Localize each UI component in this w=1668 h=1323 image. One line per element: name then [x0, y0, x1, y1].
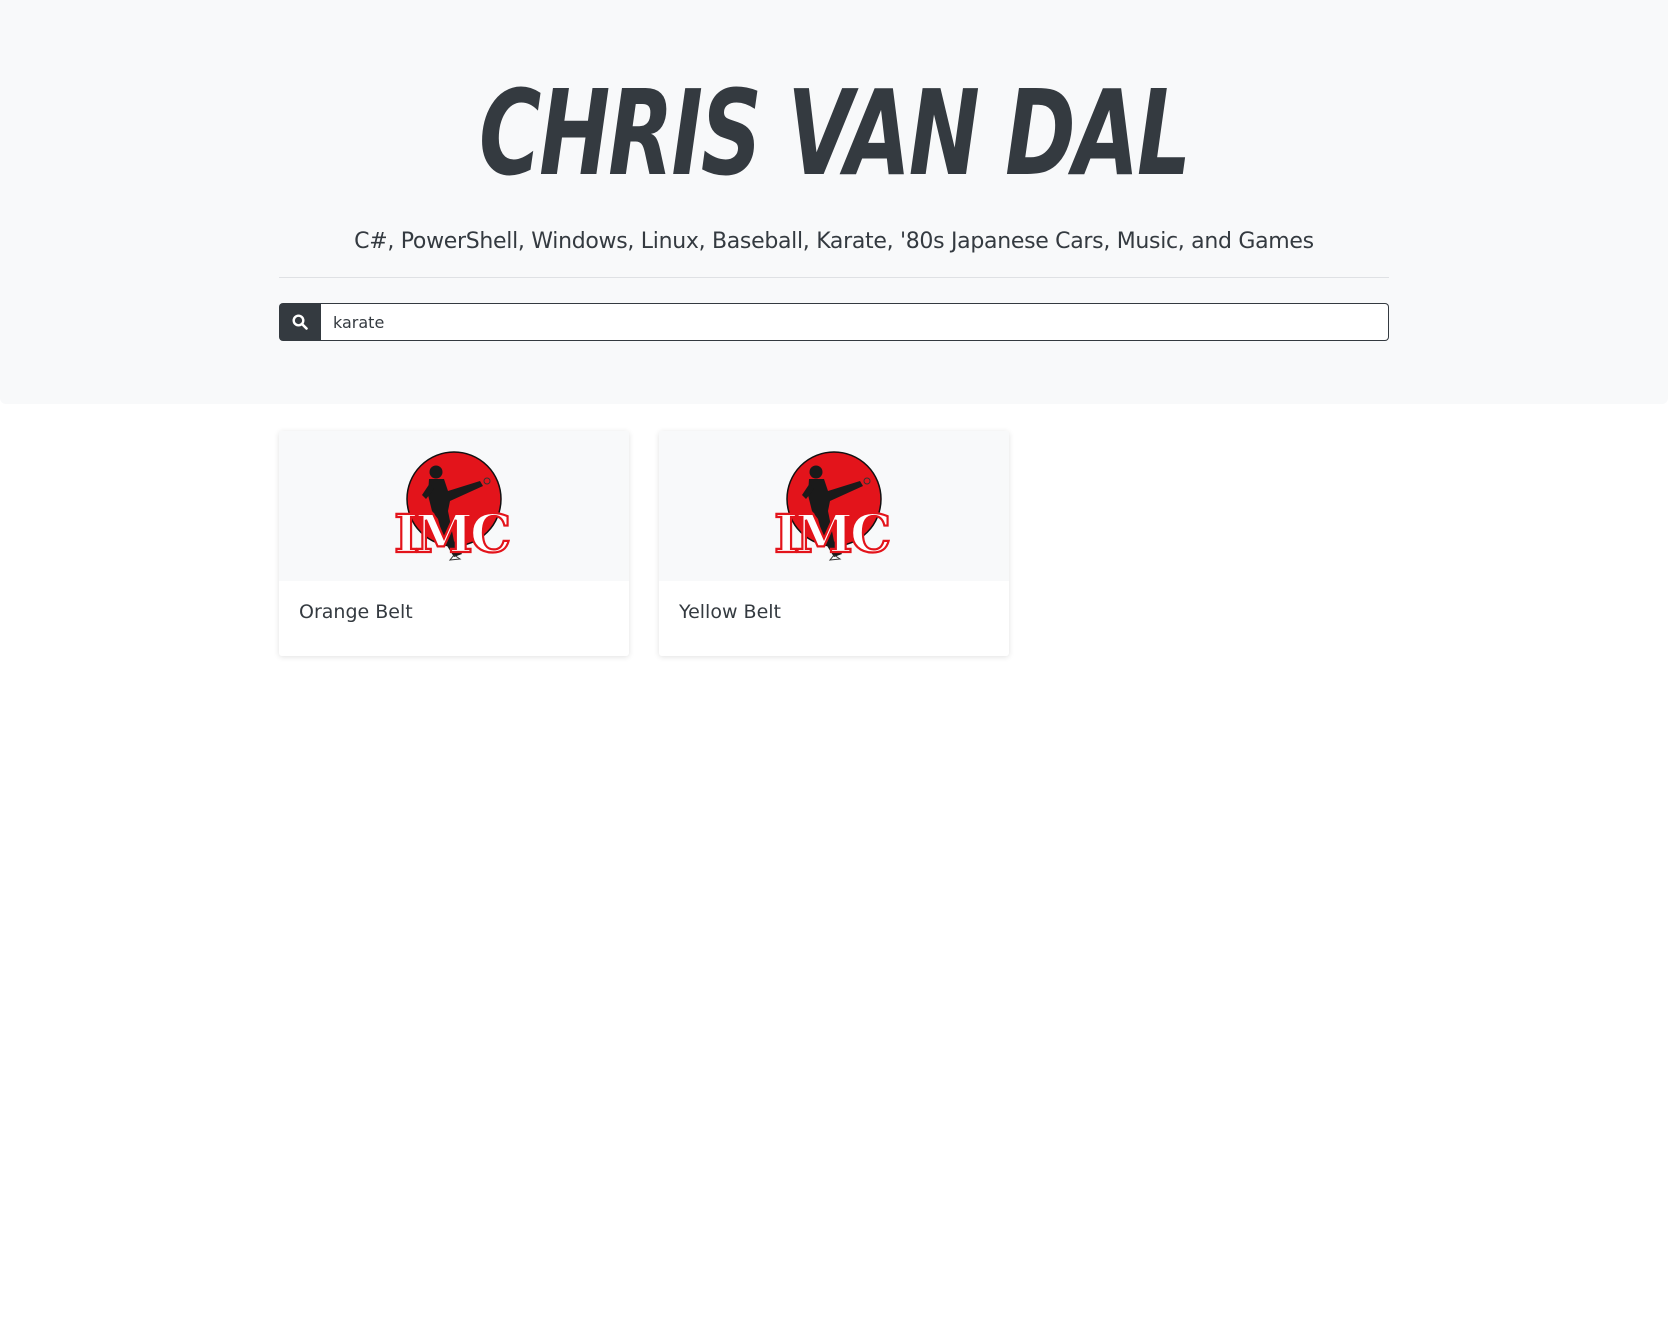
card-title[interactable]: Orange Belt	[299, 600, 413, 624]
karate-logo-image: IMC	[393, 451, 513, 566]
card-image-area: IMC	[279, 431, 629, 581]
header-divider	[279, 277, 1389, 278]
header-jumbotron: CHRIS VAN DAL C#, PowerShell, Windows, L…	[0, 0, 1668, 404]
card-title[interactable]: Yellow Belt	[679, 600, 781, 624]
site-title[interactable]: CHRIS VAN DAL	[234, 68, 1435, 198]
logo-text: IMC	[394, 504, 509, 565]
result-card-yellow-belt[interactable]: IMC Yellow Belt	[659, 431, 1009, 656]
search-input[interactable]	[321, 303, 1389, 341]
search-icon	[292, 314, 308, 330]
karate-logo-image: IMC	[773, 451, 893, 566]
result-card-orange-belt[interactable]: IMC Orange Belt	[279, 431, 629, 656]
search-group	[279, 303, 1389, 341]
card-image-area: IMC	[659, 431, 1009, 581]
search-button[interactable]	[279, 303, 321, 341]
site-subtitle: C#, PowerShell, Windows, Linux, Baseball…	[354, 229, 1314, 254]
logo-text: IMC	[774, 504, 889, 565]
